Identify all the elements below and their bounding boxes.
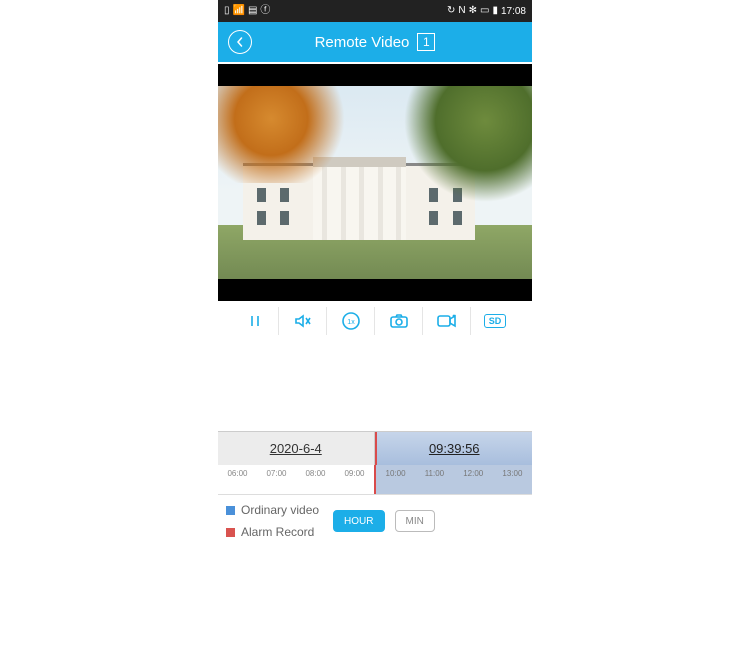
pause-button[interactable] <box>231 307 279 335</box>
page-title: Remote Video <box>315 34 410 51</box>
battery-icon: ▮ <box>492 6 498 16</box>
tick: 08:00 <box>305 469 325 478</box>
mute-button[interactable] <box>279 307 327 335</box>
timeline-ticks-recorded: 10:00 11:00 12:00 13:00 <box>374 465 532 494</box>
video-player[interactable] <box>218 64 532 301</box>
bluetooth-icon: ✻ <box>469 6 477 16</box>
vibrate-icon: ▭ <box>480 6 489 16</box>
hd-icon: ▯ <box>224 6 230 16</box>
timeline-ruler[interactable]: 06:00 07:00 08:00 09:00 10:00 11:00 12:0… <box>218 465 532 495</box>
svg-text:1x: 1x <box>347 319 355 326</box>
tick: 06:00 <box>227 469 247 478</box>
snapshot-button[interactable] <box>375 307 423 335</box>
status-bar: ▯ 📶 ▤ ⓕ ↻ N ✻ ▭ ▮ 17:08 <box>218 0 532 22</box>
scale-buttons: HOUR MIN <box>333 510 435 532</box>
tick: 10:00 <box>386 469 406 478</box>
tick: 11:00 <box>425 469 444 478</box>
timeline-date[interactable]: 2020-6-4 <box>218 432 375 465</box>
speed-button[interactable]: 1x <box>327 307 375 335</box>
scale-hour-button[interactable]: HOUR <box>333 510 384 532</box>
quality-button[interactable]: SD <box>471 307 519 335</box>
legend-alarm-label: Alarm Record <box>241 525 314 539</box>
timeline-header: 2020-6-4 09:39:56 <box>218 431 532 465</box>
square-red-icon <box>226 528 235 537</box>
legend-row: Ordinary video Alarm Record HOUR MIN <box>218 495 532 543</box>
playback-controls: 1x SD <box>218 301 532 341</box>
scale-min-button[interactable]: MIN <box>395 510 435 532</box>
facebook-icon: ⓕ <box>260 6 270 16</box>
status-time: 17:08 <box>501 6 526 17</box>
nfc-icon: N <box>458 6 465 16</box>
phone-screen: ▯ 📶 ▤ ⓕ ↻ N ✻ ▭ ▮ 17:08 Remote Video 1 <box>218 0 532 656</box>
video-frame <box>218 86 532 279</box>
status-right: ↻ N ✻ ▭ ▮ 17:08 <box>447 6 526 17</box>
square-blue-icon <box>226 506 235 515</box>
legend-ordinary-label: Ordinary video <box>241 503 319 517</box>
tick: 09:00 <box>344 469 364 478</box>
sd-icon: SD <box>484 314 507 328</box>
back-button[interactable] <box>228 30 252 54</box>
timeline-time[interactable]: 09:39:56 <box>375 432 533 465</box>
signal-icon: 📶 <box>233 6 245 16</box>
tick: 07:00 <box>266 469 286 478</box>
camera-count-badge[interactable]: 1 <box>417 33 435 51</box>
record-button[interactable] <box>423 307 471 335</box>
wifi-icon: ▤ <box>248 6 257 16</box>
timeline-ticks-past: 06:00 07:00 08:00 09:00 <box>218 465 374 494</box>
header-title-wrap: Remote Video 1 <box>218 33 532 51</box>
legend-ordinary: Ordinary video <box>226 503 319 517</box>
status-left: ▯ 📶 ▤ ⓕ <box>224 6 270 16</box>
spacer <box>218 341 532 431</box>
tick: 12:00 <box>463 469 483 478</box>
tick: 13:00 <box>502 469 522 478</box>
legend-alarm: Alarm Record <box>226 525 319 539</box>
app-header: Remote Video 1 <box>218 22 532 62</box>
legend: Ordinary video Alarm Record <box>226 503 319 539</box>
loop-icon: ↻ <box>447 6 455 16</box>
